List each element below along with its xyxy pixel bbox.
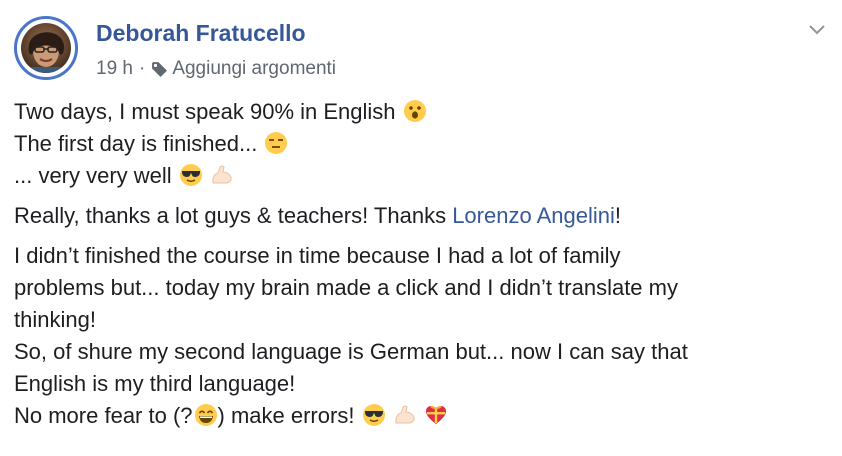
post-text-line: Two days, I must speak 90% in English	[14, 99, 396, 124]
post-text-line: Really, thanks a lot guys & teachers! Th…	[14, 203, 453, 228]
paragraph-1: Two days, I must speak 90% in English Th…	[14, 96, 828, 192]
author-name-link[interactable]: Deborah Fratucello	[96, 20, 306, 47]
post-text-line: No more fear to (?	[14, 403, 193, 428]
post-text-line: The first day is finished...	[14, 131, 258, 156]
post-text-line: So, of shure my second language is Germa…	[14, 339, 688, 364]
mention-link[interactable]: Lorenzo Angelini	[452, 203, 615, 228]
avatar-photo	[21, 23, 71, 73]
chevron-down-icon[interactable]	[806, 18, 828, 40]
post-text-line: ) make errors!	[217, 403, 355, 428]
post-text-line: English is my third language!	[14, 371, 296, 396]
add-topics-link[interactable]: Aggiungi argomenti	[172, 58, 336, 80]
paragraph-2: Really, thanks a lot guys & teachers! Th…	[14, 200, 828, 232]
post-timestamp[interactable]: 19 h	[96, 58, 133, 80]
post-text-line: !	[614, 203, 621, 228]
meta-separator: ·	[138, 58, 146, 79]
surprised-emoji	[403, 100, 426, 122]
sunglasses-emoji	[362, 404, 385, 426]
grinning-emoji	[194, 404, 217, 426]
flexed-biceps-emoji	[395, 405, 415, 424]
flexed-biceps-emoji	[212, 165, 232, 184]
sunglasses-emoji	[179, 164, 202, 186]
tag-icon	[152, 61, 168, 77]
post-meta: 19 h · Aggiungi argomenti	[96, 58, 336, 80]
post-text-line: thinking!	[14, 307, 96, 332]
paragraph-3: I didn’t finished the course in time bec…	[14, 240, 828, 432]
post-text-line: problems but... today my brain made a cl…	[14, 275, 678, 300]
post-text-line: I didn’t finished the course in time bec…	[14, 243, 621, 268]
author-avatar[interactable]	[14, 16, 78, 80]
post-body: Two days, I must speak 90% in English Th…	[14, 96, 828, 440]
post-header: Deborah Fratucello 19 h · Aggiungi argom…	[14, 16, 828, 86]
post-text-line: ... very very well	[14, 163, 172, 188]
heart-with-ribbon-emoji	[425, 405, 446, 424]
expressionless-emoji	[265, 132, 288, 154]
